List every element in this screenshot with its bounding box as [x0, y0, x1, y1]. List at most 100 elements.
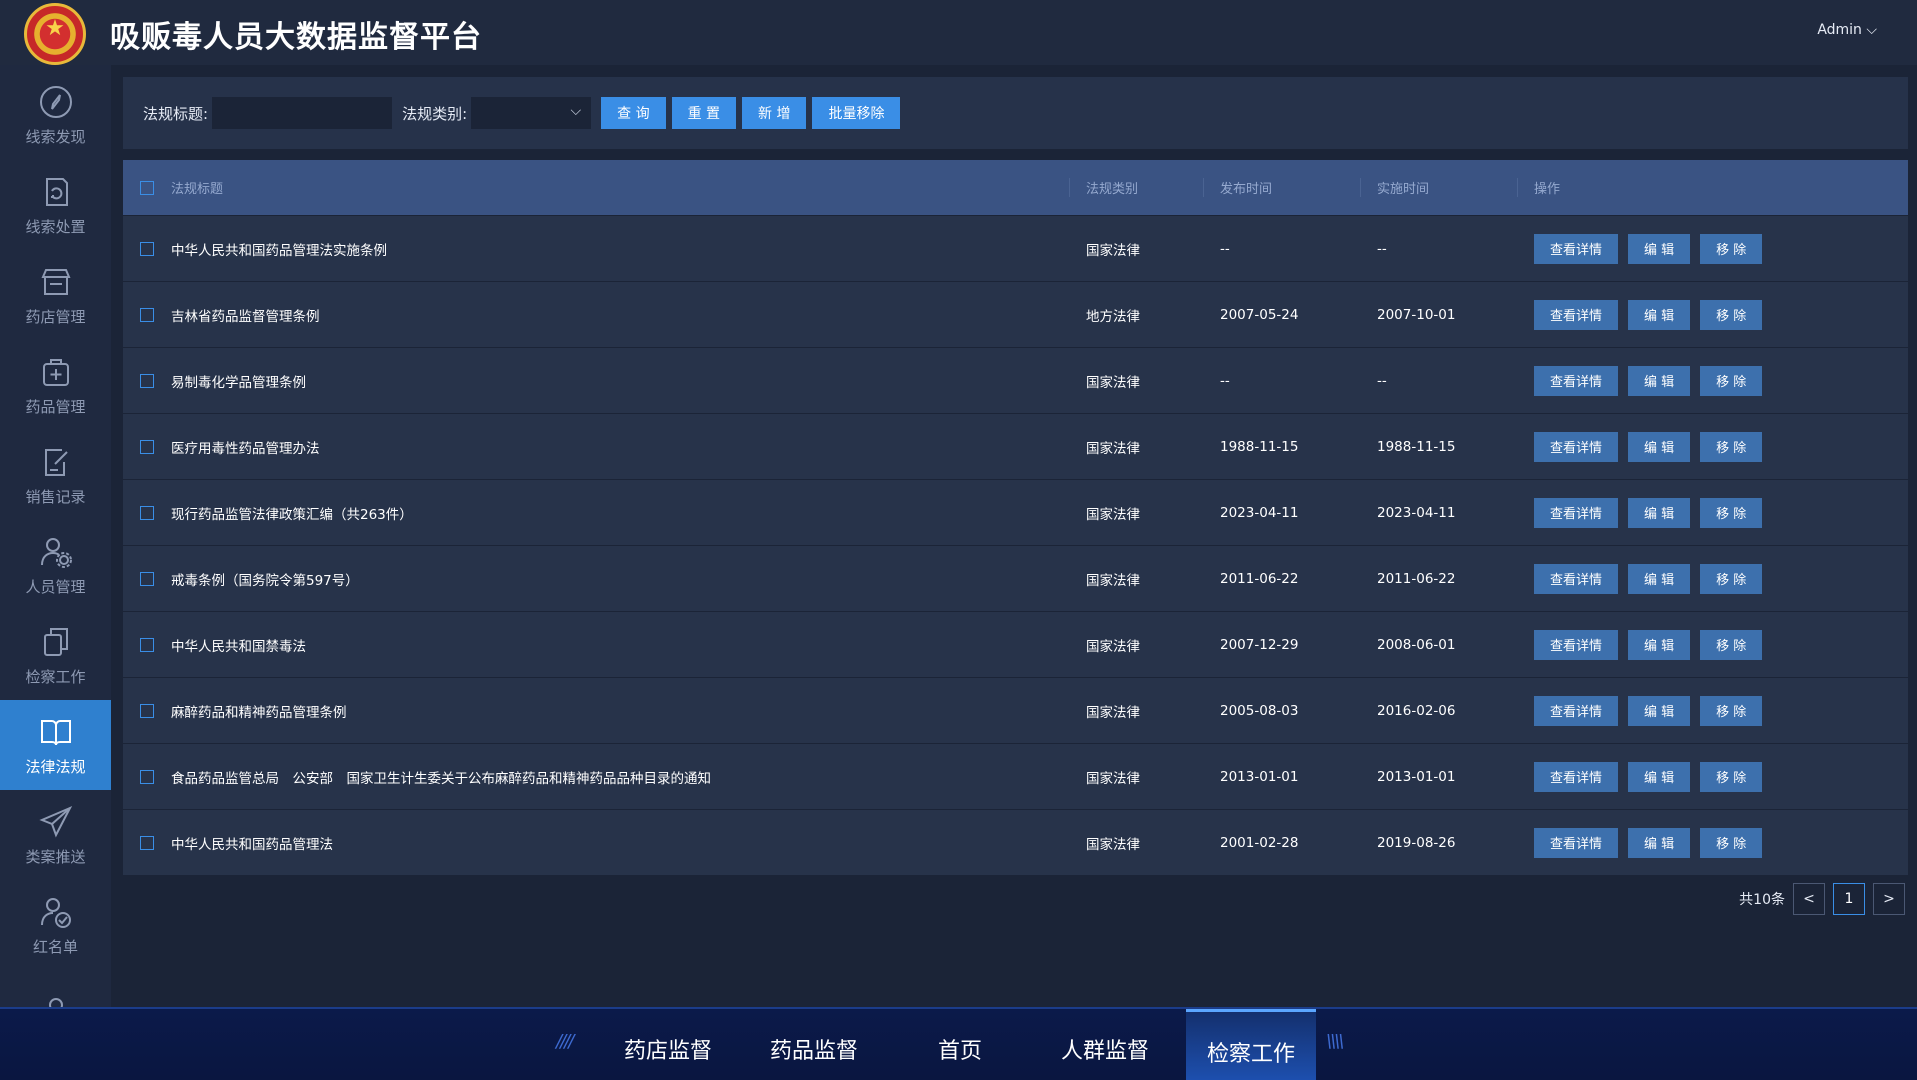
row-checkbox[interactable]	[123, 703, 171, 718]
cell-title: 中华人民共和国禁毒法	[171, 638, 306, 655]
remove-button[interactable]: 移 除	[1700, 761, 1763, 792]
cell-effective: --	[1377, 240, 1387, 257]
edit-button[interactable]: 编 辑	[1628, 761, 1691, 792]
cell-type: 国家法律	[1086, 572, 1140, 589]
view-detail-button[interactable]: 查看详情	[1534, 365, 1619, 396]
edit-button[interactable]: 编 辑	[1628, 233, 1691, 264]
edit-doc-icon	[44, 448, 68, 476]
view-detail-button[interactable]: 查看详情	[1534, 695, 1619, 726]
sidebar-item-more[interactable]	[0, 970, 111, 1007]
prev-page-button[interactable]: <	[1793, 883, 1825, 915]
row-checkbox[interactable]	[123, 769, 171, 784]
sidebar-item-label: 检察工作	[25, 667, 86, 686]
view-detail-button[interactable]: 查看详情	[1534, 761, 1619, 792]
cell-publish: 2007-05-24	[1220, 306, 1299, 323]
sidebar-item-clue-discovery[interactable]: 线索发现	[0, 70, 111, 160]
bottom-tab-pharmacy-supervision[interactable]: 药店监督	[624, 1033, 712, 1065]
view-detail-button[interactable]: 查看详情	[1534, 233, 1619, 264]
remove-button[interactable]: 移 除	[1700, 563, 1763, 594]
cell-publish: 2005-08-03	[1220, 702, 1299, 719]
remove-button[interactable]: 移 除	[1700, 299, 1763, 330]
chevron-down-icon: ⌵	[570, 103, 582, 119]
view-detail-button[interactable]: 查看详情	[1534, 563, 1619, 594]
row-checkbox[interactable]	[123, 505, 171, 520]
view-detail-button[interactable]: 查看详情	[1534, 629, 1619, 660]
row-checkbox[interactable]	[123, 571, 171, 586]
header: 吸贩毒人员大数据监督平台 Admin ⌵	[0, 0, 1917, 65]
edit-button[interactable]: 编 辑	[1628, 497, 1691, 528]
sidebar-item-drug-management[interactable]: 药品管理	[0, 340, 111, 430]
row-checkbox[interactable]	[123, 835, 171, 850]
next-page-button[interactable]: >	[1873, 883, 1905, 915]
query-button[interactable]: 查 询	[601, 97, 666, 129]
sidebar-item-clue-handling[interactable]: 线索处置	[0, 160, 111, 250]
table-row: 食品药品监管总局 公安部 国家卫生计生委关于公布麻醉药品和精神药品品种目录的通知…	[123, 743, 1908, 809]
cell-effective: 2023-04-11	[1377, 504, 1456, 521]
cell-effective: 2013-01-01	[1377, 768, 1456, 785]
bottom-tab-crowd-supervision[interactable]: 人群监督	[1061, 1033, 1149, 1065]
compass-icon	[39, 85, 72, 118]
cell-actions: 查看详情编 辑移 除	[1517, 827, 1908, 858]
edit-button[interactable]: 编 辑	[1628, 563, 1691, 594]
row-checkbox[interactable]	[123, 637, 171, 652]
title-filter-input[interactable]	[212, 97, 393, 129]
remove-button[interactable]: 移 除	[1700, 497, 1763, 528]
sidebar-item-label: 人员管理	[25, 577, 86, 596]
sidebar-item-pharmacy-management[interactable]: 药店管理	[0, 250, 111, 340]
bottom-tab-drug-supervision[interactable]: 药品监督	[770, 1033, 858, 1065]
edit-button[interactable]: 编 辑	[1628, 695, 1691, 726]
table-header: 法规标题 法规类别 发布时间 实施时间 操作	[123, 160, 1908, 215]
national-emblem-logo	[24, 3, 86, 65]
remove-button[interactable]: 移 除	[1700, 695, 1763, 726]
sidebar-item-sales-records[interactable]: 销售记录	[0, 430, 111, 520]
page-number-button[interactable]: 1	[1833, 883, 1865, 915]
cell-actions: 查看详情编 辑移 除	[1517, 365, 1908, 396]
table-row: 中华人民共和国药品管理法实施条例 国家法律 -- -- 查看详情编 辑移 除	[123, 215, 1908, 281]
cell-publish: 2011-06-22	[1220, 570, 1299, 587]
cell-type: 国家法律	[1086, 704, 1140, 721]
select-all-checkbox[interactable]	[123, 180, 171, 195]
remove-button[interactable]: 移 除	[1700, 827, 1763, 858]
view-detail-button[interactable]: 查看详情	[1534, 299, 1619, 330]
type-filter-select[interactable]: ⌵	[471, 97, 592, 129]
cell-type: 国家法律	[1086, 836, 1140, 853]
cell-title: 中华人民共和国药品管理法实施条例	[171, 242, 387, 259]
row-checkbox[interactable]	[123, 241, 171, 256]
view-detail-button[interactable]: 查看详情	[1534, 497, 1619, 528]
cell-publish: --	[1220, 372, 1230, 389]
remove-button[interactable]: 移 除	[1700, 365, 1763, 396]
edit-button[interactable]: 编 辑	[1628, 431, 1691, 462]
sidebar-item-personnel-management[interactable]: 人员管理	[0, 520, 111, 610]
bottom-tab-procuratorial-work[interactable]: 检察工作	[1186, 1009, 1316, 1080]
cell-type: 地方法律	[1086, 308, 1140, 325]
edit-button[interactable]: 编 辑	[1628, 827, 1691, 858]
edit-button[interactable]: 编 辑	[1628, 629, 1691, 660]
edit-button[interactable]: 编 辑	[1628, 365, 1691, 396]
sidebar-item-procuratorial-work[interactable]: 检察工作	[0, 610, 111, 700]
cell-publish: 2001-02-28	[1220, 834, 1299, 851]
cell-effective: 2008-06-01	[1377, 636, 1456, 653]
bottom-nav: //// 药店监督 药品监督 首页 人群监督 检察工作 \\\\	[0, 1007, 1917, 1080]
reset-button[interactable]: 重 置	[671, 97, 737, 129]
sidebar-item-red-list[interactable]: 红名单	[0, 880, 111, 970]
remove-button[interactable]: 移 除	[1700, 431, 1763, 462]
edit-button[interactable]: 编 辑	[1628, 299, 1691, 330]
row-checkbox[interactable]	[123, 373, 171, 388]
bottom-tab-home[interactable]: 首页	[938, 1033, 982, 1065]
cell-title: 吉林省药品监督管理条例	[171, 308, 320, 325]
cell-actions: 查看详情编 辑移 除	[1517, 629, 1908, 660]
user-menu[interactable]: Admin ⌵	[1817, 22, 1877, 38]
row-checkbox[interactable]	[123, 307, 171, 322]
sidebar-item-laws-regulations[interactable]: 法律法规	[0, 700, 111, 790]
sidebar-item-case-push[interactable]: 类案推送	[0, 790, 111, 880]
remove-button[interactable]: 移 除	[1700, 233, 1763, 264]
row-checkbox[interactable]	[123, 439, 171, 454]
cell-actions: 查看详情编 辑移 除	[1517, 299, 1908, 330]
add-button[interactable]: 新 增	[742, 97, 807, 129]
view-detail-button[interactable]: 查看详情	[1534, 827, 1619, 858]
paper-plane-icon	[38, 805, 72, 837]
sidebar-item-label: 线索发现	[25, 127, 86, 146]
view-detail-button[interactable]: 查看详情	[1534, 431, 1619, 462]
batch-remove-button[interactable]: 批量移除	[812, 97, 901, 129]
remove-button[interactable]: 移 除	[1700, 629, 1763, 660]
